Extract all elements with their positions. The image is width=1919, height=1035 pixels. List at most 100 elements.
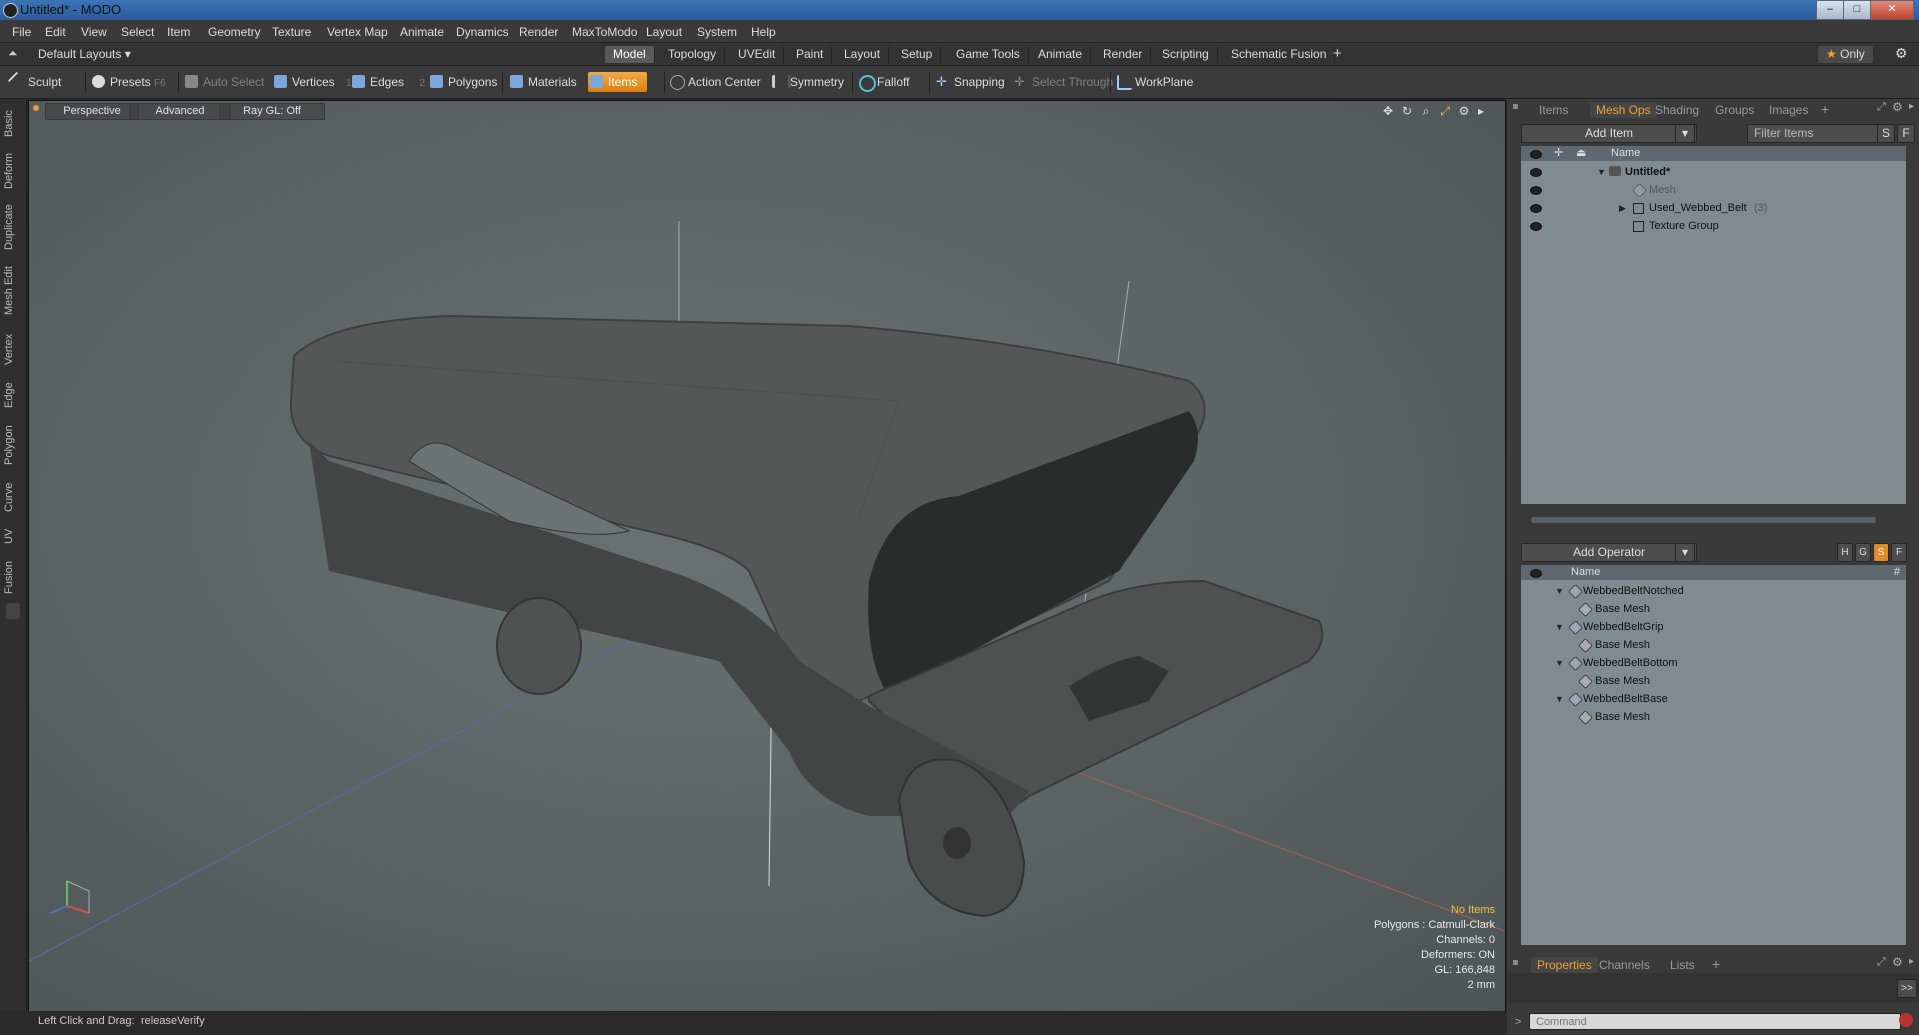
ops-g-button[interactable]: G (1855, 543, 1871, 562)
tab-edge[interactable]: Edge (3, 377, 23, 413)
command-input[interactable] (1529, 1013, 1901, 1030)
tab-scripting[interactable]: Scripting (1154, 46, 1218, 63)
filter-items-input[interactable]: Filter Items (1747, 124, 1879, 143)
materials-button[interactable]: Materials (508, 72, 577, 92)
props-gear-icon[interactable]: ⚙ (1892, 955, 1903, 969)
panel-gear-icon[interactable]: ⚙ (1892, 100, 1903, 114)
tab-lists[interactable]: Lists (1670, 958, 1695, 972)
3d-viewport[interactable]: Perspective Advanced Ray GL: Off ✥ ↻ ⌕ ⤢… (28, 100, 1506, 1012)
maximize-button[interactable]: □ (1843, 0, 1871, 20)
pan-icon[interactable]: ✥ (1381, 104, 1395, 118)
symmetry-button[interactable]: Symmetry (770, 72, 844, 92)
falloff-button[interactable]: Falloff (857, 72, 909, 92)
tab-shading[interactable]: Shading (1655, 103, 1699, 117)
shading-advanced-dropdown[interactable]: Advanced (129, 103, 231, 120)
item-list-scrollbar[interactable] (1531, 517, 1876, 523)
sculpt-button[interactable]: Sculpt (7, 71, 61, 92)
tree-row[interactable]: Mesh (1521, 181, 1906, 199)
menu-animate[interactable]: Animate (400, 25, 444, 39)
tab-uvedit[interactable]: UVEdit (730, 46, 785, 63)
menu-vertex-map[interactable]: Vertex Map (327, 25, 388, 39)
action-center-button[interactable]: Action Center (668, 72, 761, 92)
props-expand-icon[interactable]: ⤢ (1877, 956, 1886, 969)
add-layout-button[interactable]: + (1333, 45, 1342, 62)
view-perspective-dropdown[interactable]: Perspective (45, 103, 139, 120)
raygl-toggle[interactable]: Ray GL: Off (219, 103, 325, 120)
menu-geometry[interactable]: Geometry (208, 25, 261, 39)
menu-system[interactable]: System (697, 25, 737, 39)
only-toggle[interactable]: ★ Only (1818, 46, 1873, 63)
tab-model[interactable]: Model (605, 46, 655, 63)
expand-caret-icon[interactable]: ▶ (1619, 199, 1626, 217)
tab-items[interactable]: Items (1539, 103, 1568, 117)
menu-texture[interactable]: Texture (272, 25, 311, 39)
tree-row[interactable]: ▶ Used_Webbed_Belt (3) (1521, 199, 1906, 217)
tab-curve[interactable]: Curve (3, 477, 23, 517)
menu-render[interactable]: Render (519, 25, 558, 39)
op-child-row[interactable]: Base Mesh (1521, 672, 1906, 690)
layout-up-icon[interactable]: ⏶ (8, 46, 18, 61)
tab-polygon[interactable]: Polygon (3, 419, 23, 471)
expand-caret-icon[interactable]: ▼ (1555, 582, 1564, 600)
expand-caret-icon[interactable]: ▼ (1555, 690, 1564, 708)
items-button[interactable]: Items (588, 72, 648, 92)
fit-icon[interactable]: ⤢ (1438, 104, 1452, 118)
tree-row[interactable]: Texture Group (1521, 217, 1906, 235)
zoom-icon[interactable]: ⌕ (1419, 104, 1433, 118)
auto-select-button[interactable]: Auto Select (183, 72, 264, 92)
tab-mesh-edit[interactable]: Mesh Edit (3, 261, 23, 321)
tab-topology[interactable]: Topology (660, 46, 726, 63)
panel-arrow-icon[interactable]: ▸ (1909, 101, 1914, 112)
tab-mesh-ops[interactable]: Mesh Ops (1590, 102, 1657, 118)
menu-help[interactable]: Help (751, 25, 776, 39)
command-record-icon[interactable] (1899, 1013, 1913, 1027)
select-through-button[interactable]: ✛ Select Through (1012, 72, 1113, 92)
layout-selector[interactable]: Default Layouts ▾ (38, 47, 131, 61)
ops-s-button[interactable]: S (1873, 543, 1889, 562)
tab-groups[interactable]: Groups (1715, 103, 1754, 117)
viewport-gear-icon[interactable]: ⚙ (1457, 104, 1471, 118)
minimize-button[interactable]: – (1816, 0, 1844, 20)
add-props-tab-button[interactable]: + (1712, 956, 1720, 972)
add-operator-dropdown-icon[interactable]: ▾ (1675, 543, 1695, 562)
op-row[interactable]: ▼ WebbedBeltBottom (1521, 654, 1906, 672)
eye-icon[interactable] (1530, 222, 1542, 231)
op-child-row[interactable]: Base Mesh (1521, 636, 1906, 654)
expand-icon[interactable]: ⤢ (1877, 101, 1886, 114)
viewport-arrow-icon[interactable]: ▸ (1474, 104, 1488, 118)
op-row[interactable]: ▼ WebbedBeltBase (1521, 690, 1906, 708)
polygons-button[interactable]: Polygons (428, 72, 497, 92)
snapping-button[interactable]: ✛ Snapping (934, 72, 1005, 92)
ops-h-button[interactable]: H (1837, 543, 1853, 562)
expand-caret-icon[interactable]: ▼ (1555, 654, 1564, 672)
tab-deform[interactable]: Deform (3, 149, 23, 193)
tab-properties[interactable]: Properties (1531, 957, 1598, 973)
menu-item[interactable]: Item (167, 25, 190, 39)
tab-schematic-fusion[interactable]: Schematic Fusion (1223, 46, 1336, 63)
eye-icon[interactable] (1530, 186, 1542, 195)
tab-setup[interactable]: Setup (893, 46, 942, 63)
viewport-menu-icon[interactable] (33, 105, 39, 111)
menu-layout[interactable]: Layout (646, 25, 682, 39)
menu-maxtomodo[interactable]: MaxToModo (572, 25, 637, 39)
op-row[interactable]: ▼ WebbedBeltNotched (1521, 582, 1906, 600)
tab-channels[interactable]: Channels (1599, 958, 1650, 972)
tab-animate[interactable]: Animate (1030, 46, 1092, 63)
menu-file[interactable]: File (12, 25, 31, 39)
menu-dynamics[interactable]: Dynamics (456, 25, 509, 39)
menu-view[interactable]: View (81, 25, 107, 39)
add-operator-button[interactable]: Add Operator (1521, 543, 1697, 562)
tab-render[interactable]: Render (1095, 46, 1152, 63)
rotate-icon[interactable]: ↻ (1400, 104, 1414, 118)
properties-expand-button[interactable]: >> (1897, 979, 1917, 998)
add-item-button[interactable]: Add Item (1521, 124, 1697, 143)
presets-button[interactable]: Presets F6 (90, 72, 166, 92)
menu-select[interactable]: Select (121, 25, 154, 39)
strip-toggle-button[interactable] (6, 603, 20, 619)
tab-images[interactable]: Images (1769, 103, 1808, 117)
add-tab-button[interactable]: + (1821, 101, 1829, 117)
op-row[interactable]: ▼ WebbedBeltGrip (1521, 618, 1906, 636)
tab-uv[interactable]: UV (3, 523, 23, 549)
eye-icon[interactable] (1530, 204, 1542, 213)
props-arrow-icon[interactable]: ▸ (1909, 956, 1914, 967)
